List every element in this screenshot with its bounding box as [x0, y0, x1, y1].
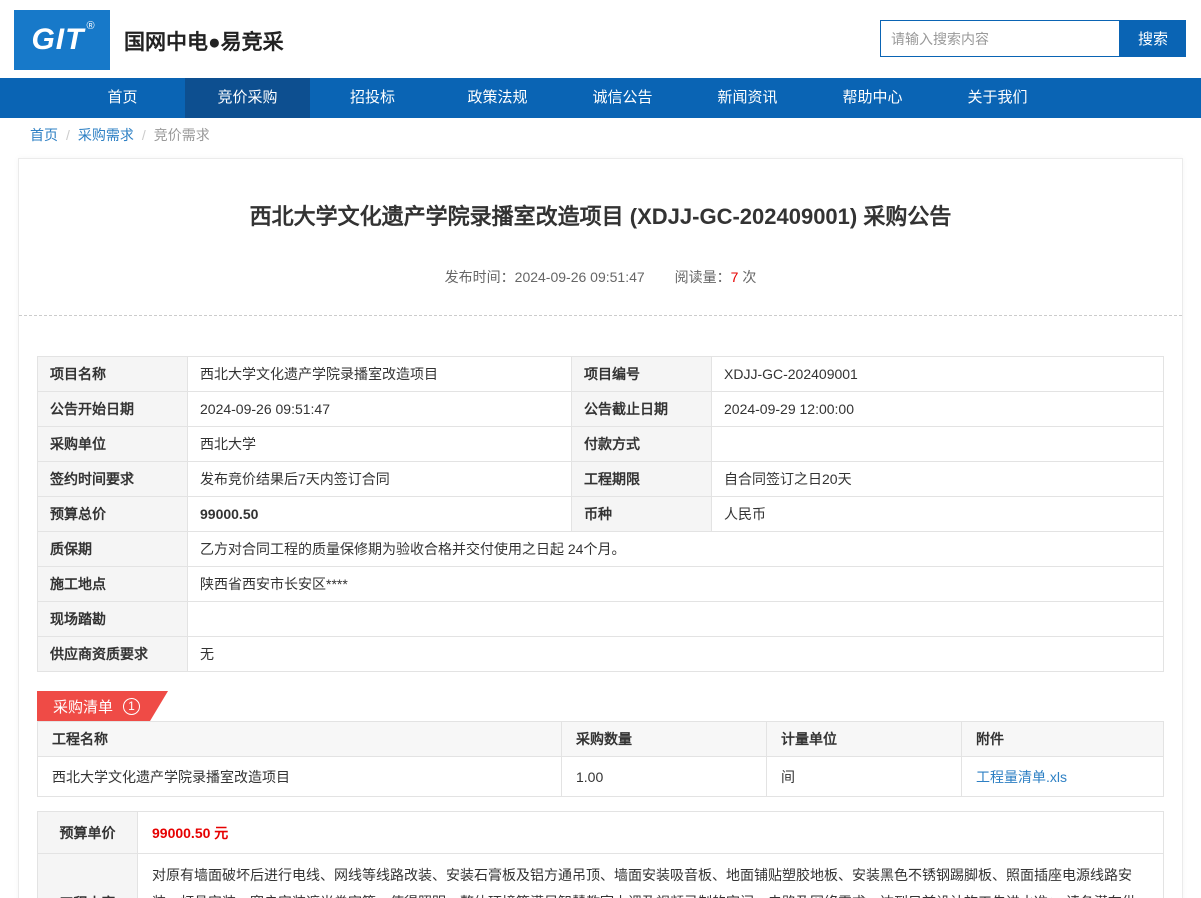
site-header: GIT® 国网中电●易竞采 搜索 [0, 0, 1201, 78]
field-value: 2024-09-26 09:51:47 [188, 392, 572, 427]
field-value: XDJJ-GC-202409001 [712, 357, 1164, 392]
unit-cell: 间 [767, 757, 962, 797]
attachment-link[interactable]: 工程量清单.xls [976, 769, 1067, 785]
breadcrumb-separator: / [66, 127, 70, 143]
table-row: 公告开始日期 2024-09-26 09:51:47 公告截止日期 2024-0… [38, 392, 1164, 427]
table-row: 质保期 乙方对合同工程的质量保修期为验收合格并交付使用之日起 24个月。 [38, 532, 1164, 567]
nav-item-home[interactable]: 首页 [60, 78, 185, 118]
publish-time-label: 发布时间： [445, 269, 515, 285]
purchase-detail-table: 预算单价 99000.50 元 工程内容 对原有墙面破坏后进行电线、网线等线路改… [37, 811, 1164, 898]
search-button[interactable]: 搜索 [1120, 20, 1186, 57]
table-row: 施工地点 陕西省西安市长安区**** [38, 567, 1164, 602]
table-row: 采购单位 西北大学 付款方式 [38, 427, 1164, 462]
breadcrumb-purchase-demand[interactable]: 采购需求 [78, 125, 134, 145]
nav-item-help-center[interactable]: 帮助中心 [810, 78, 935, 118]
purchase-list-table: 工程名称 采购数量 计量单位 附件 西北大学文化遗产学院录播室改造项目 1.00… [37, 721, 1164, 797]
nav-item-tendering[interactable]: 招投标 [310, 78, 435, 118]
work-content-text: 对原有墙面破坏后进行电线、网线等线路改装、安装石膏板及铝方通吊顶、墙面安装吸音板… [138, 854, 1164, 898]
announcement-card: 西北大学文化遗产学院录播室改造项目 (XDJJ-GC-202409001) 采购… [18, 158, 1183, 898]
field-label: 预算总价 [38, 497, 188, 532]
nav-item-about-us[interactable]: 关于我们 [935, 78, 1060, 118]
field-value [712, 427, 1164, 462]
site-logo[interactable]: GIT® [14, 10, 110, 70]
table-row: 供应商资质要求 无 [38, 637, 1164, 672]
field-label: 质保期 [38, 532, 188, 567]
unit-price-value: 99000.50 元 [138, 812, 1164, 854]
table-row: 项目名称 西北大学文化遗产学院录播室改造项目 项目编号 XDJJ-GC-2024… [38, 357, 1164, 392]
field-label: 工程期限 [572, 462, 712, 497]
column-header: 工程名称 [38, 722, 562, 757]
field-label: 公告开始日期 [38, 392, 188, 427]
column-header: 附件 [962, 722, 1164, 757]
table-row: 签约时间要求 发布竞价结果后7天内签订合同 工程期限 自合同签订之日20天 [38, 462, 1164, 497]
article-meta: 发布时间：2024-09-26 09:51:47 阅读量：7 次 [19, 267, 1182, 287]
nav-item-news[interactable]: 新闻资讯 [685, 78, 810, 118]
nav-item-bidding-purchase[interactable]: 竞价采购 [185, 78, 310, 118]
purchase-list-ribbon: 采购清单 1 [37, 691, 168, 721]
column-header: 计量单位 [767, 722, 962, 757]
field-value: 发布竞价结果后7天内签订合同 [188, 462, 572, 497]
logo-text: GIT [31, 23, 84, 57]
breadcrumb-separator: / [142, 127, 146, 143]
total-budget-value: 99000.50 [188, 497, 572, 532]
field-label: 供应商资质要求 [38, 637, 188, 672]
purchase-list-label: 采购清单 [53, 696, 113, 717]
project-name-cell: 西北大学文化遗产学院录播室改造项目 [38, 757, 562, 797]
attachment-cell: 工程量清单.xls [962, 757, 1164, 797]
site-title: 国网中电●易竞采 [124, 26, 284, 56]
count-badge: 1 [123, 698, 140, 715]
field-label: 施工地点 [38, 567, 188, 602]
field-value: 陕西省西安市长安区**** [188, 567, 1164, 602]
field-label: 项目名称 [38, 357, 188, 392]
nav-item-integrity-notices[interactable]: 诚信公告 [560, 78, 685, 118]
field-value [188, 602, 1164, 637]
divider [19, 315, 1182, 316]
field-value: 无 [188, 637, 1164, 672]
registered-mark-icon: ® [86, 20, 94, 32]
table-row: 预算单价 99000.50 元 [38, 812, 1164, 854]
views-label: 阅读量： [675, 269, 731, 285]
table-header-row: 工程名称 采购数量 计量单位 附件 [38, 722, 1164, 757]
field-label: 现场踏勘 [38, 602, 188, 637]
page-title: 西北大学文化遗产学院录播室改造项目 (XDJJ-GC-202409001) 采购… [19, 199, 1182, 231]
views-unit: 次 [742, 269, 756, 285]
field-label: 付款方式 [572, 427, 712, 462]
views-count: 7 [731, 269, 739, 285]
field-value: 人民币 [712, 497, 1164, 532]
field-label: 币种 [572, 497, 712, 532]
nav-item-policies[interactable]: 政策法规 [435, 78, 560, 118]
field-label: 工程内容 [38, 854, 138, 898]
field-value: 自合同签订之日20天 [712, 462, 1164, 497]
table-row: 西北大学文化遗产学院录播室改造项目 1.00 间 工程量清单.xls [38, 757, 1164, 797]
search-input[interactable] [880, 20, 1120, 57]
breadcrumb-current: 竞价需求 [154, 125, 210, 145]
field-label: 签约时间要求 [38, 462, 188, 497]
field-value: 西北大学 [188, 427, 572, 462]
table-row: 预算总价 99000.50 币种 人民币 [38, 497, 1164, 532]
field-value: 乙方对合同工程的质量保修期为验收合格并交付使用之日起 24个月。 [188, 532, 1164, 567]
field-label: 采购单位 [38, 427, 188, 462]
quantity-cell: 1.00 [562, 757, 767, 797]
field-label: 项目编号 [572, 357, 712, 392]
field-value: 西北大学文化遗产学院录播室改造项目 [188, 357, 572, 392]
table-row: 工程内容 对原有墙面破坏后进行电线、网线等线路改装、安装石膏板及铝方通吊顶、墙面… [38, 854, 1164, 898]
breadcrumb: 首页 / 采购需求 / 竞价需求 [0, 118, 1201, 152]
main-nav: 首页 竞价采购 招投标 政策法规 诚信公告 新闻资讯 帮助中心 关于我们 [0, 78, 1201, 118]
search-bar: 搜索 [880, 20, 1186, 57]
project-info-table: 项目名称 西北大学文化遗产学院录播室改造项目 项目编号 XDJJ-GC-2024… [37, 356, 1164, 672]
column-header: 采购数量 [562, 722, 767, 757]
publish-time-value: 2024-09-26 09:51:47 [515, 269, 645, 285]
field-label: 公告截止日期 [572, 392, 712, 427]
table-row: 现场踏勘 [38, 602, 1164, 637]
field-value: 2024-09-29 12:00:00 [712, 392, 1164, 427]
field-label: 预算单价 [38, 812, 138, 854]
breadcrumb-home[interactable]: 首页 [30, 125, 58, 145]
